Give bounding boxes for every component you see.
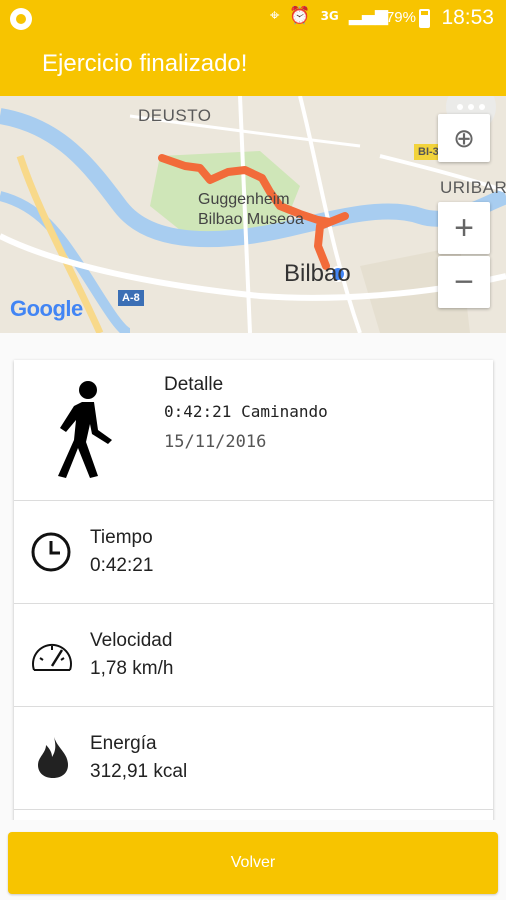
speed-label: Velocidad [90, 630, 173, 651]
speedometer-icon [32, 643, 72, 671]
map-label-city: Bilbao [284, 260, 351, 287]
google-logo-text: Google [10, 296, 83, 321]
network-type: 3G [320, 9, 339, 23]
app-notification-icon [10, 8, 32, 30]
clock: 18:53 [441, 6, 494, 29]
status-bar: ⌖ ⏰ 3G ▂▄▆ 79% 18:53 [0, 0, 506, 36]
time-value: 0:42:21 [90, 555, 154, 576]
back-button[interactable]: Volver [8, 832, 498, 894]
route-map[interactable]: DEUSTO URIBAR Guggenheim Bilbao Museoa B… [0, 96, 506, 333]
app-bar: Ejercicio finalizado! [0, 36, 506, 96]
time-row: Tiempo 0:42:21 [14, 501, 493, 604]
crosshair-icon: ⊕ [453, 122, 475, 153]
time-label: Tiempo [90, 527, 153, 548]
page-title: Ejercicio finalizado! [42, 50, 248, 77]
battery-icon [419, 9, 430, 28]
results-card: Detalle 0:42:21 Caminando 15/11/2016 Tie… [14, 360, 493, 830]
back-button-label: Volver [230, 854, 276, 871]
map-label-deusto: DEUSTO [138, 106, 212, 125]
road-sign-a8: A-8 [118, 290, 144, 306]
plus-icon: + [454, 208, 474, 247]
alarm-icon: ⏰ [289, 6, 311, 26]
my-location-button[interactable]: ⊕ [438, 114, 490, 162]
energy-label: Energía [90, 733, 157, 754]
detail-date: 15/11/2016 [164, 432, 267, 452]
speed-row: Velocidad 1,78 km/h [14, 604, 493, 707]
walking-person-icon [58, 381, 112, 478]
speed-value: 1,78 km/h [90, 658, 174, 679]
google-logo: Google [10, 296, 83, 322]
detail-title: Detalle [164, 374, 224, 395]
map-label-museum: Guggenheim Bilbao Museoa [198, 191, 304, 228]
detail-summary: 0:42:21 Caminando [164, 402, 328, 421]
map-label-uribarri: URIBAR [440, 178, 506, 197]
detail-row: Detalle 0:42:21 Caminando 15/11/2016 [14, 360, 493, 501]
location-pin-icon: ⌖ [269, 6, 280, 26]
zoom-out-button[interactable]: − [438, 256, 490, 308]
footer: Volver [0, 820, 506, 900]
signal-icon: ▂▄▆ [348, 6, 388, 26]
energy-row: Energía 312,91 kcal [14, 707, 493, 810]
status-icons: ⌖ ⏰ 3G ▂▄▆ [270, 6, 388, 26]
flame-icon [38, 737, 68, 778]
battery-percent: 79% [385, 9, 416, 26]
energy-value: 312,91 kcal [90, 761, 188, 782]
minus-icon: − [454, 262, 474, 301]
clock-icon [31, 532, 71, 572]
zoom-in-button[interactable]: + [438, 202, 490, 254]
